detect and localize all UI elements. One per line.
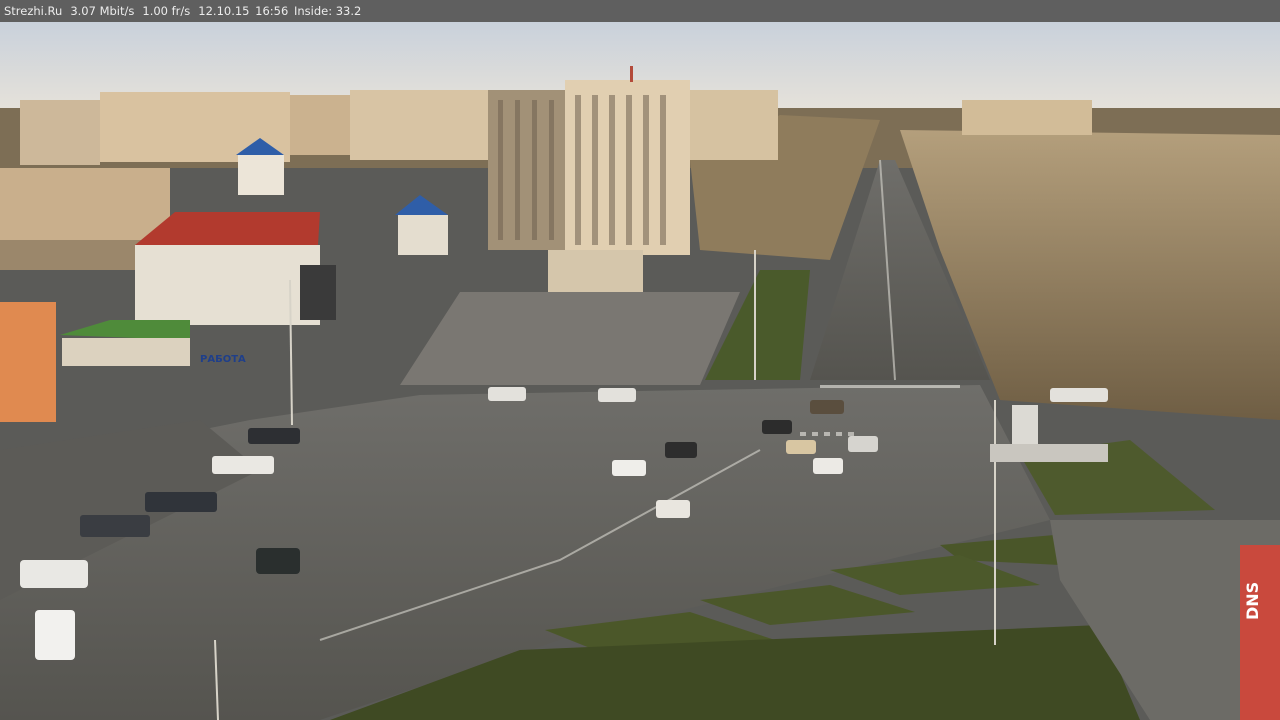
osd-framerate: 1.00 fr/s [142, 4, 191, 18]
car [256, 548, 300, 574]
monument-base [990, 444, 1108, 462]
car [1050, 388, 1108, 402]
osd-site: Strezhi.Ru [4, 4, 63, 18]
blue-roof-pavilion-cap [395, 195, 448, 215]
storefront-right [1240, 545, 1280, 720]
osd-bitrate: 3.07 Mbit/s [70, 4, 135, 18]
antenna [630, 66, 633, 82]
osd-inside-temp: Inside: 33.2 [293, 4, 362, 18]
plaza [400, 292, 740, 385]
blue-roof-tower [238, 155, 284, 195]
red-roof-building [135, 245, 320, 325]
webcam-street-scene [0, 22, 1280, 720]
monument [1012, 405, 1038, 450]
car [145, 492, 217, 512]
car [598, 388, 636, 402]
car [848, 436, 878, 452]
car [80, 515, 150, 537]
apartment-block-left-4 [350, 90, 490, 160]
car [612, 460, 646, 476]
osd-time: 16:56 [255, 4, 289, 18]
apartment-block-left-1 [20, 100, 100, 165]
osd-overlay-bar: Strezhi.Ru 3.07 Mbit/s 1.00 fr/s 12.10.15 1… [0, 0, 1280, 22]
car [212, 456, 274, 474]
car [813, 458, 843, 474]
green-roof-kiosk [60, 320, 190, 340]
car [810, 400, 844, 414]
orange-building [0, 302, 56, 422]
car [665, 442, 697, 458]
car [20, 560, 88, 588]
car [786, 440, 816, 454]
blue-roof-pavilion [398, 215, 448, 255]
osd-date: 12.10.15 [198, 4, 250, 18]
car [248, 428, 300, 444]
apartment-block-left-3 [290, 95, 350, 155]
car [656, 500, 690, 518]
car [762, 420, 792, 434]
distant-building-right [962, 100, 1092, 135]
car [35, 610, 75, 660]
kiosk-body [62, 338, 190, 366]
car [488, 387, 526, 401]
billboard [300, 265, 336, 320]
low-building [548, 250, 643, 292]
tall-building-annex [690, 90, 778, 160]
